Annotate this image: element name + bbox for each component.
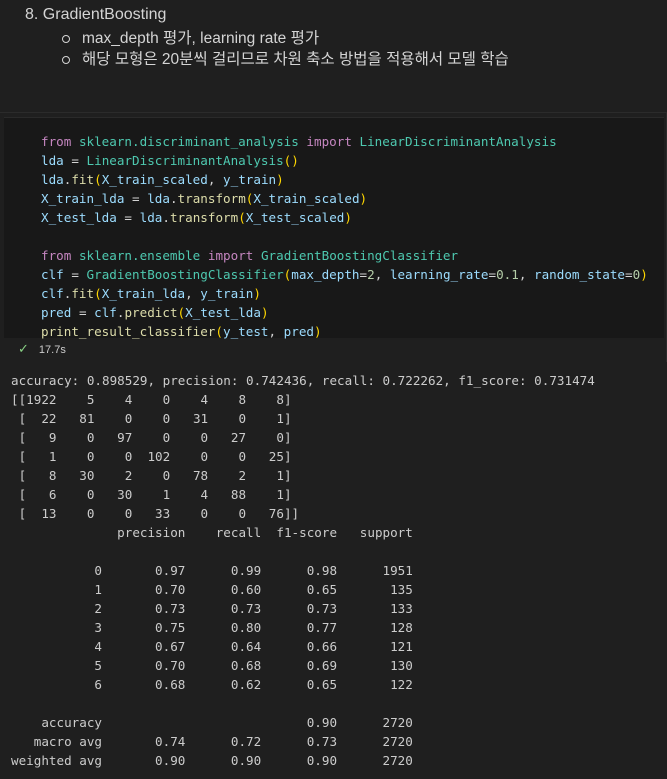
output-line: 0 0.97 0.99 0.98 1951 — [11, 563, 413, 578]
bullet-list: max_depth 평가, learning rate 평가 해당 모형은 20… — [58, 28, 509, 70]
output-line: accuracy: 0.898529, precision: 0.742436,… — [11, 373, 595, 388]
output-text: accuracy: 0.898529, precision: 0.742436,… — [11, 371, 595, 770]
output-line: [ 8 30 2 0 78 2 1] — [11, 468, 292, 483]
execution-time: 17.7s — [38, 344, 66, 356]
code-line: lda = LinearDiscriminantAnalysis() — [41, 153, 299, 168]
bullet-item: max_depth 평가, learning rate 평가 — [58, 28, 509, 49]
output-line: 2 0.73 0.73 0.73 133 — [11, 601, 413, 616]
output-line: 6 0.68 0.62 0.65 122 — [11, 677, 413, 692]
markdown-cell[interactable]: 8. GradientBoosting max_depth 평가, learni… — [0, 0, 667, 112]
output-line: 3 0.75 0.80 0.77 128 — [11, 620, 413, 635]
bullet-item: 해당 모형은 20분씩 걸리므로 차원 축소 방법을 적용해서 모델 학습 — [58, 49, 509, 70]
output-line: precision recall f1-score support — [11, 525, 413, 540]
checkmark-icon: ✓ — [18, 341, 29, 356]
output-line: weighted avg 0.90 0.90 0.90 2720 — [11, 753, 413, 768]
code-line: lda.fit(X_train_scaled, y_train) — [41, 172, 284, 187]
output-line: [ 6 0 30 1 4 88 1] — [11, 487, 292, 502]
output-line: 5 0.70 0.68 0.69 130 — [11, 658, 413, 673]
code-editor[interactable]: from sklearn.discriminant_analysis impor… — [4, 117, 664, 341]
output-line: 4 0.67 0.64 0.66 121 — [11, 639, 413, 654]
code-line: clf = GradientBoostingClassifier(max_dep… — [41, 267, 648, 282]
code-line: clf.fit(X_train_lda, y_train) — [41, 286, 261, 301]
code-line: from sklearn.ensemble import GradientBoo… — [41, 248, 459, 263]
cell-output: accuracy: 0.898529, precision: 0.742436,… — [0, 362, 667, 779]
execution-status: ✓ 17.7s — [18, 341, 66, 357]
output-line: 1 0.70 0.60 0.65 135 — [11, 582, 413, 597]
output-line: [ 1 0 0 102 0 0 25] — [11, 449, 292, 464]
output-line: [ 13 0 0 33 0 0 76]] — [11, 506, 300, 521]
code-line: X_train_lda = lda.transform(X_train_scal… — [41, 191, 368, 206]
section-heading: 8. GradientBoosting — [25, 6, 167, 23]
code-line: print_result_classifier(y_test, pred) — [41, 324, 322, 339]
code-line: pred = clf.predict(X_test_lda) — [41, 305, 269, 320]
output-line: [ 9 0 97 0 0 27 0] — [11, 430, 292, 445]
output-line: [ 22 81 0 0 31 0 1] — [11, 411, 292, 426]
code-cell[interactable]: from sklearn.discriminant_analysis impor… — [0, 112, 667, 363]
output-line: macro avg 0.74 0.72 0.73 2720 — [11, 734, 413, 749]
code-line: X_test_lda = lda.transform(X_test_scaled… — [41, 210, 352, 225]
output-line: [[1922 5 4 0 4 8 8] — [11, 392, 292, 407]
code-line: from sklearn.discriminant_analysis impor… — [41, 134, 557, 149]
output-line: accuracy 0.90 2720 — [11, 715, 413, 730]
code-lines: from sklearn.discriminant_analysis impor… — [41, 132, 648, 341]
